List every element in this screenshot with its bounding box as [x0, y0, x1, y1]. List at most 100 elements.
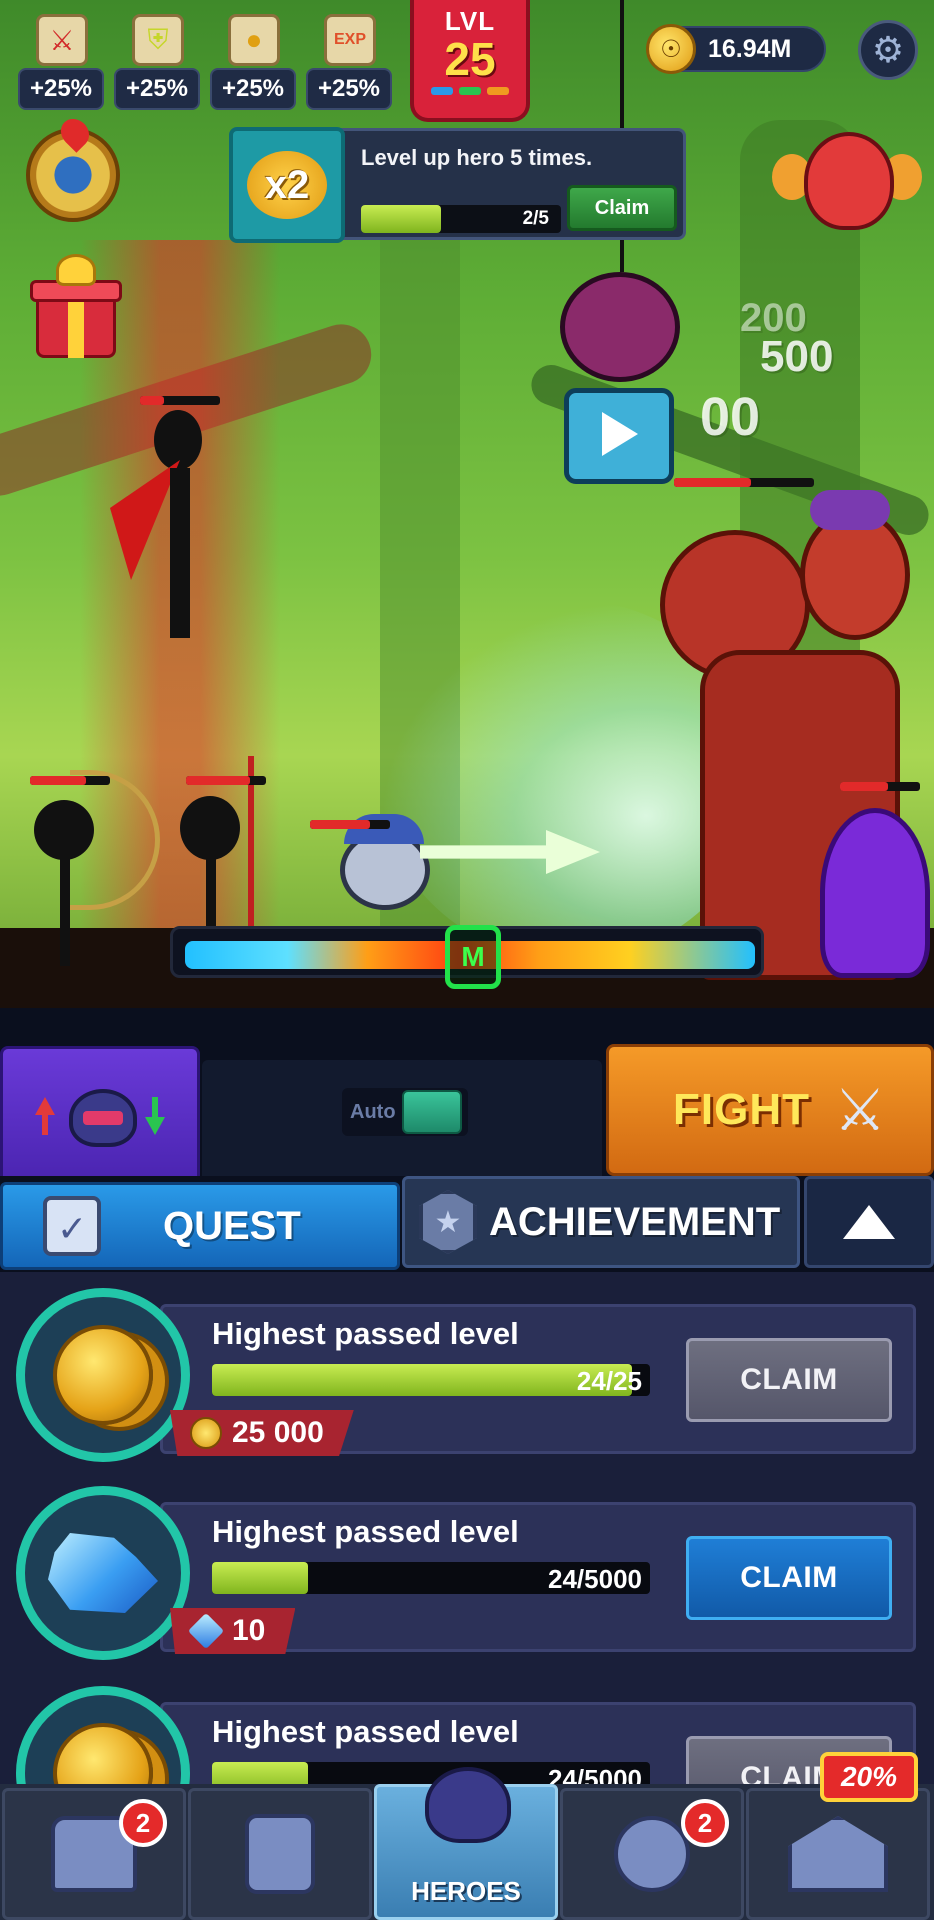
attack-boost-value: +25% — [18, 68, 104, 110]
hero-health-bar — [310, 820, 390, 829]
gift-box-icon[interactable] — [30, 252, 122, 360]
exp-boost-value: +25% — [306, 68, 392, 110]
sword-icon: ⚔ — [36, 14, 88, 66]
arrow-down-shaft — [152, 1097, 158, 1117]
double-reward-icon: x2 — [229, 127, 345, 243]
quest-progress: 24/5000 — [212, 1562, 650, 1594]
claim-button[interactable]: CLAIM — [686, 1338, 892, 1422]
auto-toggle[interactable]: Auto — [342, 1088, 468, 1136]
upgrade-book-icon — [245, 1814, 315, 1894]
spider-video-reward[interactable] — [520, 0, 720, 492]
quest-list[interactable]: Highest passed level 24/25 25 000 CLAIM … — [0, 1272, 934, 1784]
notification-badge: 2 — [119, 1799, 167, 1847]
level-badge[interactable]: LVL 25 — [410, 0, 530, 122]
map-compass-icon[interactable] — [26, 113, 120, 222]
double-reward-label: x2 — [247, 151, 327, 219]
gold-coins-icon — [53, 1723, 153, 1784]
quest-tabs: QUEST ★ ACHIEVEMENT — [0, 1176, 934, 1272]
nav-chest[interactable]: 2 — [2, 1788, 186, 1920]
portal-ring-icon — [614, 1816, 690, 1892]
settings-gear-icon[interactable]: ⚙ — [858, 20, 918, 80]
ghost-enemy[interactable] — [820, 808, 930, 978]
auto-panel: Auto — [202, 1060, 602, 1186]
timing-marker: M — [445, 925, 501, 989]
notification-badge: 2 — [681, 1799, 729, 1847]
auto-label: Auto — [350, 1100, 396, 1123]
quest-reward: 25 000 — [170, 1410, 354, 1456]
quest-reward-value: 25 000 — [232, 1416, 324, 1449]
quest-progress-fill — [212, 1562, 309, 1594]
shop-sale-badge: 20% — [820, 1752, 918, 1802]
defense-boost-stat[interactable]: ⛨ +25% — [114, 14, 200, 110]
gold-counter[interactable]: ☉ 16.94M — [646, 24, 826, 74]
quest-progress-text: 24/5000 — [548, 1564, 642, 1594]
claim-button[interactable]: CLAIM — [686, 1536, 892, 1620]
quest-progress: 24/5000 — [212, 1762, 650, 1784]
quest-title: Highest passed level — [212, 1316, 519, 1351]
shield-icon: ⛨ — [132, 14, 184, 66]
list-item: Highest passed level 24/5000 10 CLAIM — [0, 1470, 934, 1670]
bottom-nav: 2 HEROES 2 — [0, 1767, 934, 1920]
quest-progress-fill — [212, 1364, 633, 1396]
hero-swap-button[interactable] — [0, 1046, 200, 1186]
quest-progress-text: 24/5000 — [548, 1764, 642, 1784]
shop-house-icon — [788, 1816, 888, 1892]
attack-boost-stat[interactable]: ⚔ +25% — [18, 14, 104, 110]
quest-popup-progress: 2/5 — [361, 205, 561, 233]
gold-amount: 16.94M — [708, 34, 792, 63]
arrow-down-icon — [145, 1117, 165, 1135]
collapse-panel-button[interactable] — [804, 1176, 934, 1268]
nav-heroes[interactable]: HEROES — [374, 1767, 558, 1920]
tab-achievement[interactable]: ★ ACHIEVEMENT — [402, 1176, 800, 1268]
hero-health-bar — [186, 776, 266, 785]
archer-hero[interactable] — [20, 770, 160, 980]
nav-shop[interactable] — [746, 1788, 930, 1920]
enemy-health-bar — [140, 396, 220, 405]
level-number: 25 — [444, 33, 496, 85]
list-item: Highest passed level 24/25 25 000 CLAIM — [0, 1272, 934, 1472]
boss-head — [804, 132, 894, 230]
quest-popup-claim-button[interactable]: Claim — [567, 185, 677, 231]
auto-switch[interactable] — [401, 1090, 462, 1134]
quest-reward-value: 10 — [232, 1614, 266, 1647]
quest-title: Highest passed level — [212, 1514, 519, 1549]
quest-medal — [16, 1486, 190, 1660]
defense-boost-value: +25% — [114, 68, 200, 110]
fight-button[interactable]: FIGHT ⚔ — [606, 1044, 934, 1176]
play-icon — [602, 412, 638, 456]
quest-medal — [16, 1288, 190, 1462]
quest-title: Highest passed level — [212, 1714, 519, 1749]
quest-popup-text: Level up hero 5 times. — [361, 145, 593, 170]
hero-health-bar — [30, 776, 110, 785]
hero-mask-icon — [69, 1089, 137, 1147]
calendar-check-icon — [43, 1196, 101, 1256]
gold-coins-icon — [53, 1325, 153, 1425]
gold-coin-icon: ☉ — [646, 24, 696, 74]
boss-skull-icon[interactable] — [772, 126, 922, 238]
crossed-swords-icon: ⚔ — [833, 1078, 886, 1143]
gold-boost-stat[interactable]: ● +25% — [210, 14, 296, 110]
blue-gems-icon — [48, 1533, 158, 1613]
arrow-up-shaft — [42, 1115, 48, 1135]
nav-upgrade[interactable] — [188, 1788, 372, 1920]
exp-boost-stat[interactable]: EXP +25% — [306, 14, 392, 110]
nav-portal[interactable]: 2 — [560, 1788, 744, 1920]
nav-heroes-label: HEROES — [411, 1876, 521, 1906]
chevron-up-icon — [843, 1205, 895, 1239]
quest-progress-fill — [212, 1762, 309, 1784]
quest-progress: 24/25 — [212, 1364, 650, 1396]
demon-enemy[interactable] — [110, 410, 250, 650]
quest-progress-text: 24/25 — [576, 1366, 642, 1396]
fight-label: FIGHT — [673, 1085, 810, 1134]
gem-icon — [187, 1612, 225, 1650]
tab-quest-label: QUEST — [163, 1203, 301, 1248]
gift-bow — [56, 254, 96, 286]
tab-quest[interactable]: QUEST — [0, 1182, 400, 1270]
gold-coin-icon: ● — [228, 14, 280, 66]
level-stage-pips — [414, 87, 526, 95]
damage-number: 500 — [760, 332, 834, 381]
tab-achievement-label: ACHIEVEMENT — [489, 1199, 781, 1244]
hero-helmet-icon — [425, 1767, 511, 1843]
attack-timing-bar[interactable]: M — [170, 925, 764, 989]
arrow-up-icon — [35, 1097, 55, 1115]
